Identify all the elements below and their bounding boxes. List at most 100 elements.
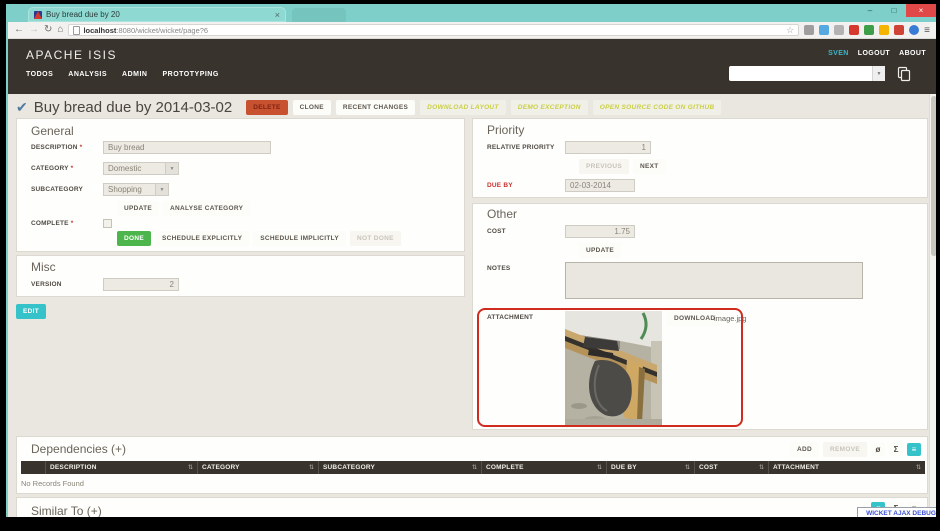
page-content: ✔ Buy bread due by 2014-03-02 DELETE CLO… xyxy=(8,94,936,517)
misc-heading: Misc xyxy=(31,260,56,274)
attachment-filename[interactable]: image.jpg xyxy=(714,314,747,323)
list-view-icon[interactable]: ≡ xyxy=(907,443,921,456)
column-subcategory[interactable]: SUBCATEGORY⇅ xyxy=(318,461,481,474)
forward-icon[interactable]: → xyxy=(29,25,39,35)
priority-panel: Priority RELATIVE PRIORITY PREVIOUS NEXT… xyxy=(472,118,928,198)
open-source-code-button[interactable]: OPEN SOURCE CODE ON GITHUB xyxy=(593,100,722,115)
close-button[interactable]: × xyxy=(906,4,936,17)
user-name-link[interactable]: SVEN xyxy=(828,50,849,57)
column-due-by[interactable]: DUE BY⇅ xyxy=(606,461,694,474)
subcategory-label: SUBCATEGORY xyxy=(31,186,103,193)
sort-icon[interactable]: ⇅ xyxy=(472,464,477,471)
analyse-category-button[interactable]: ANALYSE CATEGORY xyxy=(163,201,250,216)
hide-columns-icon[interactable]: ø xyxy=(871,443,885,456)
menu-item-admin[interactable]: ADMIN xyxy=(122,71,147,78)
attachment-image[interactable] xyxy=(565,311,662,425)
column-category[interactable]: CATEGORY⇅ xyxy=(197,461,318,474)
subcategory-select[interactable]: Shopping ▼ xyxy=(103,183,169,196)
dependencies-heading: Dependencies (+) xyxy=(31,442,126,456)
add-button[interactable]: ADD xyxy=(790,442,819,457)
browser-titlebar: Buy bread due by 20 × – □ × xyxy=(8,4,936,22)
minimize-button[interactable]: – xyxy=(858,4,882,17)
sort-icon[interactable]: ⇅ xyxy=(309,464,314,471)
reload-icon[interactable]: ↻ xyxy=(44,25,52,35)
maximize-button[interactable]: □ xyxy=(882,4,906,17)
other-panel: Other COST UPDATE NOTES ATTACHMENT xyxy=(472,203,928,430)
bookmark-star-icon[interactable]: ☆ xyxy=(786,25,794,36)
previous-button: PREVIOUS xyxy=(579,159,629,174)
app-brand[interactable]: APACHE ISIS xyxy=(26,48,117,62)
recent-changes-button[interactable]: RECENT CHANGES xyxy=(336,100,415,115)
search-input[interactable] xyxy=(729,66,872,81)
column-description[interactable]: DESCRIPTION⇅ xyxy=(45,461,197,474)
update-cost-button[interactable]: UPDATE xyxy=(579,243,621,258)
edit-button[interactable]: EDIT xyxy=(16,304,46,319)
menu-item-analysis[interactable]: ANALYSIS xyxy=(68,71,107,78)
new-tab-button[interactable] xyxy=(292,8,346,22)
column-complete[interactable]: COMPLETE⇅ xyxy=(481,461,606,474)
notes-label: NOTES xyxy=(487,262,565,272)
next-button[interactable]: NEXT xyxy=(633,159,666,174)
relative-priority-label: RELATIVE PRIORITY xyxy=(487,144,565,151)
clone-button[interactable]: CLONE xyxy=(293,100,331,115)
complete-label: COMPLETE * xyxy=(31,220,103,227)
sort-icon[interactable]: ⇅ xyxy=(759,464,764,471)
column-attachment[interactable]: ATTACHMENT⇅ xyxy=(768,461,925,474)
app-header: APACHE ISIS SVEN LOGOUT ABOUT TODOS ANAL… xyxy=(8,39,936,94)
version-input xyxy=(103,278,179,291)
tab-title: Buy bread due by 20 xyxy=(46,10,271,19)
browser-tab[interactable]: Buy bread due by 20 × xyxy=(28,7,286,22)
extension-icon[interactable] xyxy=(894,25,904,35)
column-cost[interactable]: COST⇅ xyxy=(694,461,768,474)
extension-icon[interactable] xyxy=(864,25,874,35)
url-text[interactable]: localhost:8080/wicket/wicket/page?6 xyxy=(83,26,783,35)
sort-icon[interactable]: ⇅ xyxy=(685,464,690,471)
menu-item-todos[interactable]: TODOS xyxy=(26,71,53,78)
extension-icon[interactable] xyxy=(804,25,814,35)
back-icon[interactable]: ← xyxy=(14,25,24,35)
sort-icon[interactable]: ⇅ xyxy=(597,464,602,471)
object-title-row: ✔ Buy bread due by 2014-03-02 DELETE CLO… xyxy=(16,96,721,118)
logout-link[interactable]: LOGOUT xyxy=(858,50,890,57)
due-by-input[interactable] xyxy=(565,179,635,192)
address-bar[interactable]: localhost:8080/wicket/wicket/page?6 ☆ xyxy=(68,24,799,36)
done-button[interactable]: DONE xyxy=(117,231,151,246)
sort-icon[interactable]: ⇅ xyxy=(916,464,921,471)
chevron-down-icon: ▼ xyxy=(155,184,168,195)
tab-close-icon[interactable]: × xyxy=(275,10,280,20)
extension-icon[interactable] xyxy=(849,25,859,35)
description-input[interactable] xyxy=(103,141,271,154)
similar-to-heading: Similar To (+) xyxy=(31,504,102,517)
scrollbar-thumb[interactable] xyxy=(931,96,936,256)
complete-checkbox[interactable] xyxy=(103,219,112,228)
schedule-implicitly-button[interactable]: SCHEDULE IMPLICITLY xyxy=(253,231,346,246)
dependencies-panel: Dependencies (+) ADD REMOVE ø Σ ≡ DESCRI… xyxy=(16,436,928,494)
category-select[interactable]: Domestic ▼ xyxy=(103,162,179,175)
chevron-down-icon[interactable]: ▼ xyxy=(872,66,885,81)
extension-icon[interactable] xyxy=(909,25,919,35)
wicket-ajax-debug-link[interactable]: WICKET AJAX DEBUG xyxy=(857,507,936,517)
menu-item-prototyping[interactable]: PROTOTYPING xyxy=(162,71,218,78)
priority-heading: Priority xyxy=(487,123,524,137)
download-layout-button[interactable]: DOWNLOAD LAYOUT xyxy=(420,100,506,115)
schedule-explicitly-button[interactable]: SCHEDULE EXPLICITLY xyxy=(155,231,249,246)
chevron-down-icon: ▼ xyxy=(165,163,178,174)
header-search-select[interactable]: ▼ xyxy=(729,66,885,81)
about-link[interactable]: ABOUT xyxy=(899,50,926,57)
relative-priority-input xyxy=(565,141,651,154)
update-button[interactable]: UPDATE xyxy=(117,201,159,216)
extension-icon[interactable] xyxy=(819,25,829,35)
extension-icon[interactable] xyxy=(879,25,889,35)
general-panel: General DESCRIPTION * CATEGORY * Domesti… xyxy=(16,118,465,252)
copy-pages-icon[interactable] xyxy=(896,66,912,82)
notes-textarea[interactable] xyxy=(565,262,863,299)
home-icon[interactable]: ⌂ xyxy=(57,25,63,35)
browser-menu-icon[interactable]: ≡ xyxy=(924,25,930,36)
attachment-label: ATTACHMENT xyxy=(487,314,565,321)
summary-icon[interactable]: Σ xyxy=(889,443,903,456)
delete-button[interactable]: DELETE xyxy=(246,100,287,115)
extension-icon[interactable] xyxy=(834,25,844,35)
sort-icon[interactable]: ⇅ xyxy=(188,464,193,471)
page-scrollbar[interactable] xyxy=(929,94,936,517)
demo-exception-button[interactable]: DEMO EXCEPTION xyxy=(511,100,588,115)
